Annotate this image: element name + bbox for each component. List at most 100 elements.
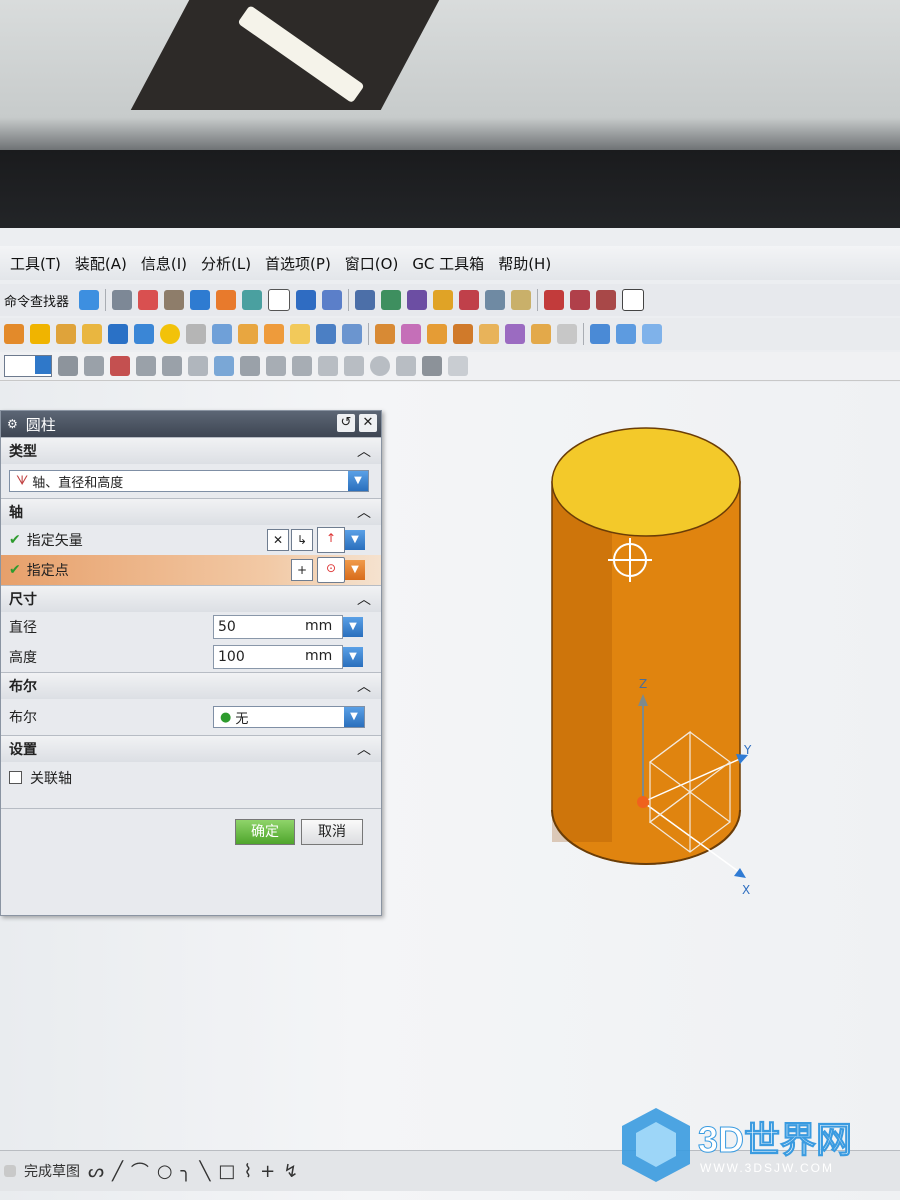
- snap-grid-icon[interactable]: [448, 356, 468, 376]
- split-body-icon[interactable]: [401, 324, 421, 344]
- draft-icon[interactable]: [453, 324, 473, 344]
- section-view-icon[interactable]: [242, 290, 263, 310]
- edit-feature-icon[interactable]: [407, 290, 428, 310]
- offset-face-icon[interactable]: [427, 324, 447, 344]
- snap-plus-icon[interactable]: [396, 356, 416, 376]
- cone-icon[interactable]: [134, 324, 154, 344]
- arc-icon[interactable]: ⌒: [131, 1158, 149, 1184]
- polyline-icon[interactable]: ⌇: [243, 1161, 252, 1182]
- boss-icon[interactable]: [186, 324, 206, 344]
- line-icon[interactable]: [544, 290, 565, 310]
- swept-icon[interactable]: [642, 324, 662, 344]
- section-settings-header[interactable]: 设置 ︿: [1, 735, 381, 762]
- specify-point-row[interactable]: ✔ 指定点 + ⊙ ▼: [1, 555, 381, 585]
- specify-vector-row[interactable]: ✔ 指定矢量 ✕ ↳ ↑ ▼: [1, 525, 381, 555]
- point-inferred-icon[interactable]: ⊙: [317, 557, 345, 583]
- render-style-icon[interactable]: [164, 290, 185, 310]
- extrude-icon[interactable]: [4, 324, 24, 344]
- finish-sketch-label[interactable]: 完成草图: [24, 1161, 80, 1181]
- wcs-icon[interactable]: [322, 290, 343, 310]
- menu-preferences[interactable]: 首选项(P): [265, 253, 331, 274]
- diameter-unit-dropdown[interactable]: ▼: [343, 617, 363, 637]
- snap-circle-icon[interactable]: [370, 356, 390, 376]
- sew-icon[interactable]: [531, 324, 551, 344]
- cube-view-icon[interactable]: [79, 290, 100, 310]
- snap-control-icon[interactable]: [136, 356, 156, 376]
- section-axis-header[interactable]: 轴 ︿: [1, 498, 381, 525]
- dialog-title-bar[interactable]: ⚙ 圆柱 ↺ ✕: [1, 411, 381, 437]
- shaded-cube-icon[interactable]: [190, 290, 211, 310]
- sphere-icon[interactable]: [160, 324, 180, 344]
- chevron-down-icon[interactable]: ▼: [344, 707, 364, 727]
- chevron-up-icon[interactable]: ︿: [357, 676, 371, 696]
- chamfer-icon[interactable]: ╲: [199, 1161, 210, 1182]
- rectangle-icon[interactable]: □: [218, 1161, 235, 1182]
- close-icon[interactable]: ✕: [359, 414, 377, 432]
- chamfer-icon[interactable]: [264, 324, 284, 344]
- snap-point-on-curve-icon[interactable]: [318, 356, 338, 376]
- snap-mid-icon[interactable]: [110, 356, 130, 376]
- measure-icon[interactable]: [433, 290, 454, 310]
- menu-gc-toolbox[interactable]: GC 工具箱: [412, 253, 484, 274]
- point-icon[interactable]: +: [260, 1161, 275, 1182]
- command-finder-label[interactable]: 命令查找器: [4, 291, 69, 310]
- snap-tangent-icon[interactable]: [344, 356, 364, 376]
- arc-icon[interactable]: [570, 290, 591, 310]
- snap-end-icon[interactable]: [84, 356, 104, 376]
- revolve-icon[interactable]: [30, 324, 50, 344]
- chevron-up-icon[interactable]: ︿: [357, 502, 371, 522]
- menu-window[interactable]: 窗口(O): [345, 253, 399, 274]
- snap-point-icon[interactable]: [138, 290, 159, 310]
- pad-icon[interactable]: [212, 324, 232, 344]
- subtract-icon[interactable]: [342, 324, 362, 344]
- cylinder-icon[interactable]: [108, 324, 128, 344]
- unite-icon[interactable]: [316, 324, 336, 344]
- pattern-icon[interactable]: [479, 324, 499, 344]
- menu-info[interactable]: 信息(I): [141, 253, 187, 274]
- sketch-finish-icon[interactable]: [4, 1165, 16, 1177]
- ruler-icon[interactable]: [511, 290, 532, 310]
- move-object-icon[interactable]: [381, 290, 402, 310]
- fit-spline-icon[interactable]: ↯: [283, 1161, 298, 1182]
- mesh-surface-icon[interactable]: [616, 324, 636, 344]
- chevron-up-icon[interactable]: ︿: [357, 441, 371, 461]
- snap-pie-icon[interactable]: [422, 356, 442, 376]
- boolean-dropdown[interactable]: ● 无 ▼: [213, 706, 365, 728]
- cancel-button[interactable]: 取消: [301, 819, 363, 845]
- reset-icon[interactable]: ↺: [337, 414, 355, 432]
- snap-intersect-icon[interactable]: [162, 356, 182, 376]
- profile-icon[interactable]: ᔕ: [88, 1161, 104, 1182]
- background-icon[interactable]: [268, 289, 291, 311]
- reverse-direction-icon[interactable]: ✕: [267, 529, 289, 551]
- snap-quadrant-icon[interactable]: [214, 356, 234, 376]
- circle-icon[interactable]: ○: [157, 1161, 173, 1182]
- fillet-icon[interactable]: ╮: [181, 1161, 192, 1182]
- selection-scope-dropdown[interactable]: [4, 355, 52, 377]
- menu-help[interactable]: 帮助(H): [498, 253, 551, 274]
- section-boolean-header[interactable]: 布尔 ︿: [1, 672, 381, 699]
- menu-tools[interactable]: 工具(T): [10, 253, 61, 274]
- menu-analysis[interactable]: 分析(L): [201, 253, 251, 274]
- associative-axis-checkbox[interactable]: [9, 771, 22, 784]
- table-icon[interactable]: [355, 290, 376, 310]
- line-icon[interactable]: ╱: [112, 1161, 123, 1182]
- block-icon[interactable]: [56, 324, 76, 344]
- type-dropdown[interactable]: ᗐ 轴、直径和高度 ▼: [9, 470, 369, 492]
- ok-button[interactable]: 确定: [235, 819, 295, 845]
- snap-existing-icon[interactable]: [240, 356, 260, 376]
- edge-blend-icon[interactable]: [238, 324, 258, 344]
- analysis-icon[interactable]: [459, 290, 480, 310]
- chevron-up-icon[interactable]: ︿: [357, 739, 371, 759]
- select-filter-icon[interactable]: [112, 290, 133, 310]
- gear-icon[interactable]: ⚙: [7, 417, 18, 431]
- layer-icon[interactable]: [296, 290, 317, 310]
- surface-icon[interactable]: [590, 324, 610, 344]
- polygon-icon[interactable]: [622, 289, 645, 311]
- snap-on-face-icon[interactable]: [292, 356, 312, 376]
- dimension-icon[interactable]: [485, 290, 506, 310]
- snap-arc-center-icon[interactable]: [188, 356, 208, 376]
- point-dialog-icon[interactable]: +: [291, 559, 313, 581]
- chevron-down-icon[interactable]: ▼: [345, 530, 365, 550]
- sketch-icon[interactable]: [216, 290, 237, 310]
- chevron-down-icon[interactable]: ▼: [348, 471, 368, 491]
